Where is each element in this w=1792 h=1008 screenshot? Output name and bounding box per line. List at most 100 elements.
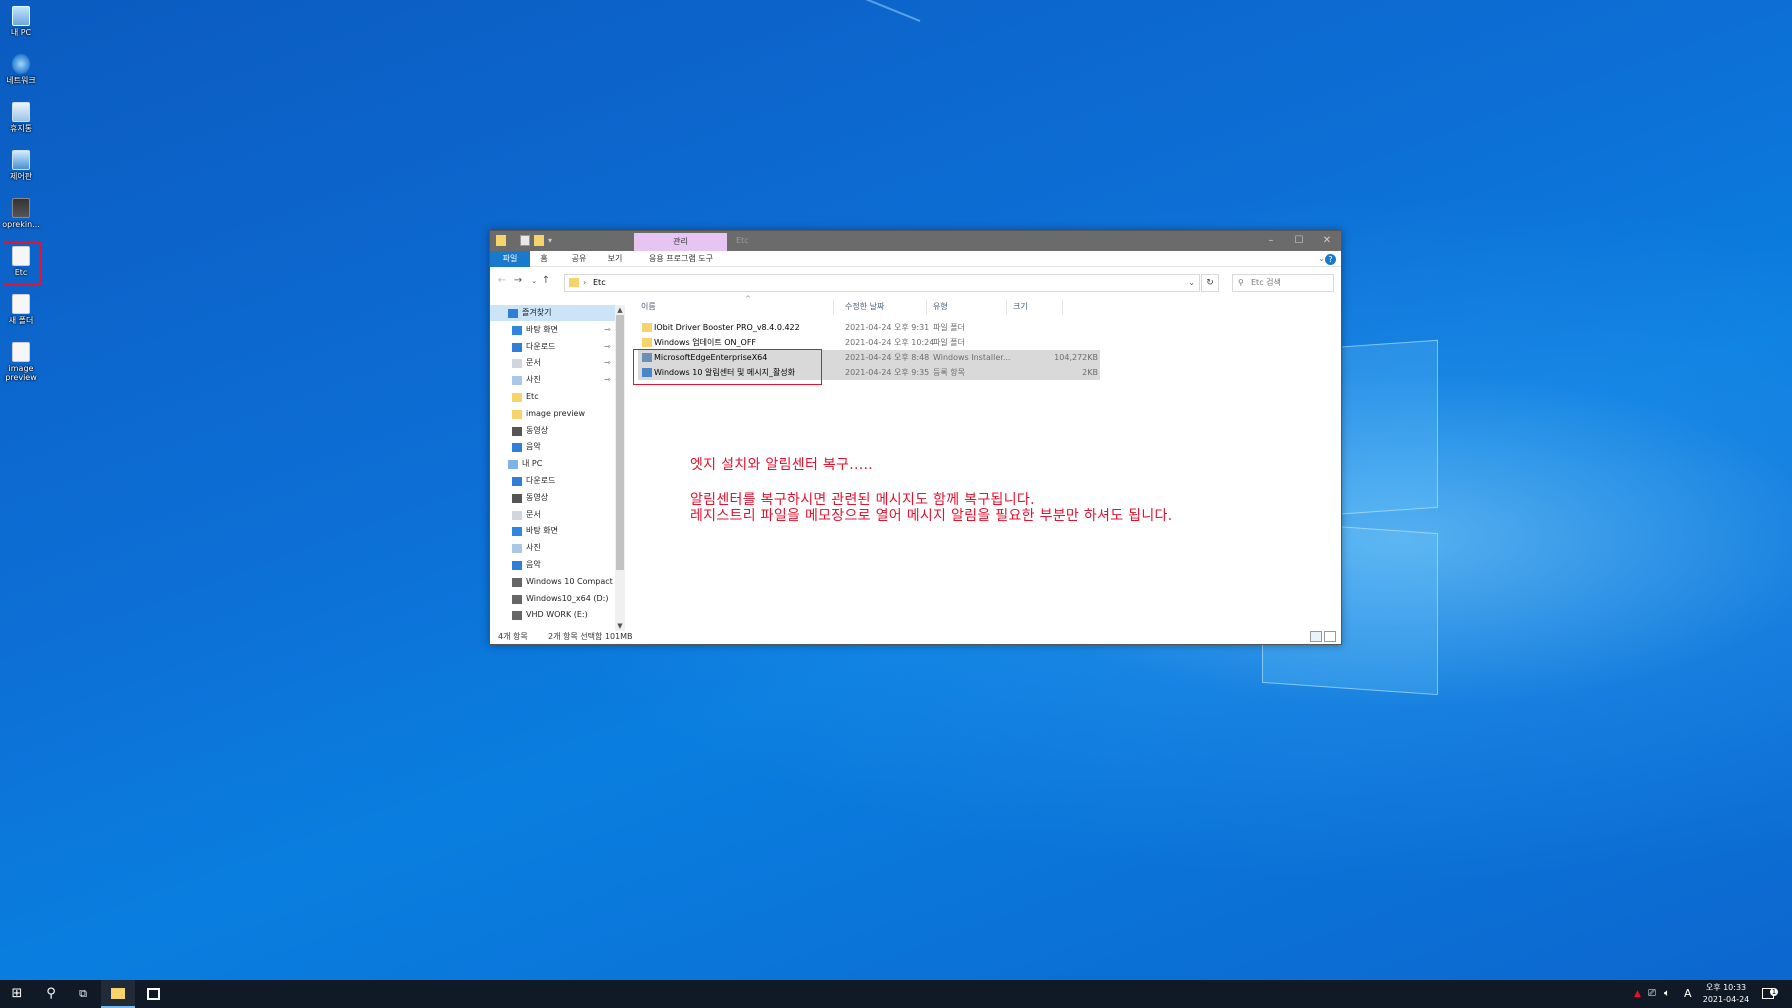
- desktop-icon-2[interactable]: 휴지통: [2, 102, 40, 133]
- file-explorer-window[interactable]: ▾ 관리 Etc – ☐ ✕ 파일 홈 공유 보기 응용 프로그램 도구 ⌄ ?…: [489, 230, 1342, 645]
- start-button[interactable]: ⊞: [0, 980, 34, 1008]
- nav-item[interactable]: 내 PC: [490, 456, 615, 472]
- breadcrumb-etc[interactable]: Etc: [593, 275, 606, 291]
- nav-item[interactable]: 문서: [490, 507, 615, 523]
- column-size[interactable]: 크기: [1009, 299, 1063, 315]
- nav-item[interactable]: 다운로드 ⊸: [490, 339, 615, 355]
- nav-item[interactable]: 동영상: [490, 490, 615, 506]
- desktop-icon-1[interactable]: 네트워크: [2, 54, 40, 85]
- file-row[interactable]: Windows 업데이트 ON_OFF 2021-04-24 오후 10:24 파일…: [638, 335, 1100, 350]
- nav-item[interactable]: 사진: [490, 540, 615, 556]
- desktop-icon-6[interactable]: 새 폴더: [2, 294, 40, 325]
- forward-button[interactable]: →: [512, 274, 524, 288]
- download-icon: [512, 477, 522, 486]
- back-button[interactable]: ←: [496, 274, 508, 288]
- nav-item-label: 다운로드: [526, 341, 556, 351]
- nav-item[interactable]: 즐겨찾기: [490, 305, 615, 321]
- notification-badge: 1: [1770, 988, 1778, 996]
- nav-item[interactable]: Windows 10 Compact: [490, 574, 615, 590]
- desktop-icon-7[interactable]: image preview: [2, 342, 40, 382]
- scroll-up-icon[interactable]: ▲: [615, 305, 625, 315]
- tab-file[interactable]: 파일: [490, 251, 530, 267]
- volume-icon[interactable]: 🔈︎: [1664, 980, 1670, 1008]
- nav-item[interactable]: 문서 ⊸: [490, 355, 615, 371]
- close-button[interactable]: ✕: [1313, 231, 1341, 251]
- nav-item[interactable]: 바탕 화면 ⊸: [490, 322, 615, 338]
- nav-item[interactable]: 바탕 화면: [490, 523, 615, 539]
- file-row[interactable]: IObit Driver Booster PRO_v8.4.0.422 2021-…: [638, 320, 1100, 335]
- drive-icon: [512, 594, 522, 604]
- recent-locations-icon[interactable]: ⌄: [528, 274, 540, 288]
- action-center-icon[interactable]: 1: [1762, 980, 1778, 1008]
- search-icon: ⚲: [1238, 278, 1244, 287]
- desktop-icon-4[interactable]: oprekin...: [2, 198, 40, 229]
- file-size: 2KB: [1082, 368, 1098, 377]
- drive-icon: [512, 577, 522, 587]
- new-folder-icon[interactable]: [534, 235, 544, 246]
- search-icon[interactable]: ⚲: [34, 980, 68, 1008]
- desktop-icon-label: 휴지통: [9, 124, 33, 133]
- input-method-indicator[interactable]: A: [1684, 980, 1692, 1008]
- nav-item-label: VHD WORK (E:): [526, 610, 588, 620]
- nav-item[interactable]: 동영상: [490, 423, 615, 439]
- nav-item[interactable]: 음악: [490, 439, 615, 455]
- help-icon[interactable]: ?: [1325, 254, 1336, 265]
- nav-item-label: 동영상: [526, 492, 549, 502]
- address-bar[interactable]: › Etc ⌄: [564, 274, 1200, 292]
- address-dropdown-icon[interactable]: ⌄: [1188, 275, 1195, 291]
- properties-icon[interactable]: [520, 235, 530, 246]
- nav-item[interactable]: image preview: [490, 406, 615, 422]
- network-tray-icon[interactable]: ⎚: [1648, 980, 1656, 1008]
- expand-ribbon-icon[interactable]: ⌄: [1318, 251, 1325, 267]
- pin-icon: ⊸: [604, 375, 611, 385]
- refresh-button[interactable]: ↻: [1201, 274, 1219, 292]
- title-bar[interactable]: ▾ 관리 Etc – ☐ ✕: [490, 231, 1341, 251]
- clock-date: 2021-04-24: [1702, 995, 1750, 1004]
- column-name[interactable]: 이름: [637, 299, 834, 315]
- manage-contextual-tab[interactable]: 관리: [634, 233, 727, 251]
- maximize-button[interactable]: ☐: [1285, 231, 1313, 251]
- desktop-icon-0[interactable]: 내 PC: [2, 6, 40, 37]
- tab-share[interactable]: 공유: [566, 251, 592, 267]
- details-view-button[interactable]: [1310, 631, 1322, 642]
- large-icons-view-button[interactable]: [1324, 631, 1336, 642]
- file-name: Windows 업데이트 ON_OFF: [654, 338, 757, 347]
- pictures-icon: [512, 376, 522, 386]
- tray-alert-icon[interactable]: ▲: [1634, 980, 1641, 1008]
- pin-icon: ⊸: [604, 358, 611, 368]
- column-date-modified[interactable]: 수정한 날짜: [841, 299, 927, 315]
- light-beam: [344, 0, 921, 22]
- qat-dropdown-icon[interactable]: ▾: [548, 235, 558, 246]
- tab-view[interactable]: 보기: [602, 251, 628, 267]
- nav-item[interactable]: Windows10_x64 (D:): [490, 591, 615, 607]
- nav-item[interactable]: 다운로드: [490, 473, 615, 489]
- file-type: 파일 폴더: [933, 323, 965, 332]
- tab-application-tools[interactable]: 응용 프로그램 도구: [638, 251, 724, 267]
- task-view-icon[interactable]: ⧉: [66, 980, 100, 1008]
- nav-item[interactable]: 사진 ⊸: [490, 372, 615, 388]
- clock[interactable]: 오후 10:33 2021-04-24: [1697, 982, 1755, 1006]
- search-input[interactable]: ⚲ Etc 검색: [1232, 274, 1334, 292]
- nav-item-label: 다운로드: [526, 476, 556, 485]
- file-explorer-taskbar-button[interactable]: [101, 980, 135, 1008]
- nav-item-label: 바탕 화면: [526, 324, 558, 334]
- desktop-icon-3[interactable]: 제어판: [2, 150, 40, 181]
- column-type[interactable]: 유형: [929, 299, 1007, 315]
- clock-time: 오후 10:33: [1705, 983, 1747, 992]
- nav-item[interactable]: VHD WORK (E:): [490, 607, 615, 623]
- folder-icon: [569, 278, 579, 287]
- desktop-icon-label: image preview: [5, 364, 37, 382]
- nav-item-label: 문서: [526, 509, 541, 519]
- desktop-icon-label: 내 PC: [10, 28, 32, 37]
- nav-scrollbar[interactable]: ▲ ▼: [615, 305, 625, 631]
- tab-home[interactable]: 홈: [534, 251, 554, 267]
- nav-item[interactable]: Etc: [490, 389, 615, 405]
- up-button[interactable]: ↑: [540, 274, 552, 288]
- nav-item-label: Windows10_x64 (D:): [526, 593, 609, 603]
- store-icon[interactable]: [136, 980, 170, 1008]
- minimize-button[interactable]: –: [1257, 231, 1285, 251]
- nav-item[interactable]: 음악: [490, 557, 615, 573]
- file-type: 파일 폴더: [933, 338, 965, 347]
- search-placeholder: Etc 검색: [1251, 278, 1281, 287]
- scroll-thumb[interactable]: [616, 315, 624, 570]
